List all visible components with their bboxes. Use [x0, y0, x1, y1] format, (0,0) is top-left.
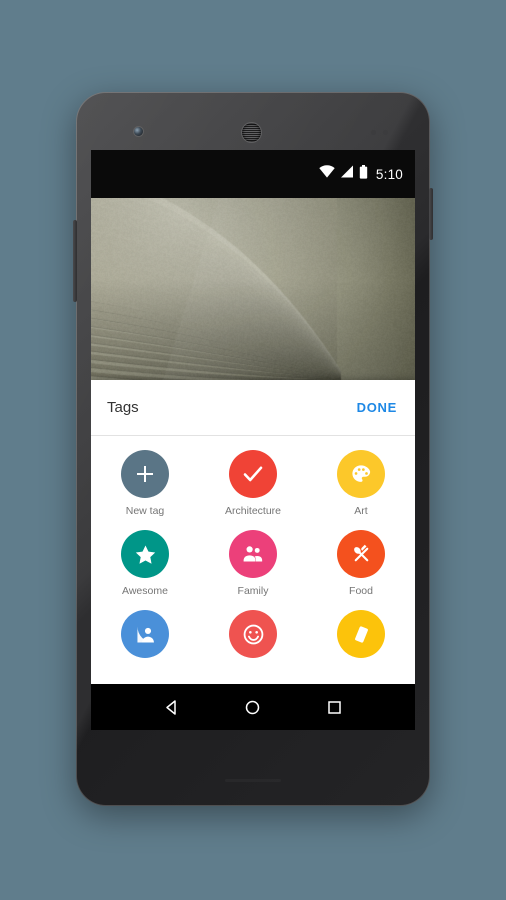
tag-food-circle[interactable] [337, 530, 385, 578]
tag-art[interactable]: Art [307, 450, 415, 517]
light-sensor-icon [383, 130, 388, 135]
tag-awesome-circle[interactable] [121, 530, 169, 578]
nav-home-button[interactable] [240, 695, 265, 720]
tag-family-circle[interactable] [229, 530, 277, 578]
tag-family[interactable]: Family [199, 530, 307, 597]
tag-portrait[interactable] [91, 610, 199, 658]
tag-awesome-label: Awesome [122, 585, 168, 597]
smiley-icon [242, 623, 265, 646]
tag-new-tag-label: New tag [126, 505, 165, 517]
nav-recents-button[interactable] [322, 695, 347, 720]
tag-smiley[interactable] [199, 610, 307, 658]
plus-icon [134, 463, 156, 485]
check-icon [241, 462, 265, 486]
tag-smiley-circle[interactable] [229, 610, 277, 658]
sheet-header: Tags DONE [91, 380, 415, 436]
recents-square-icon [326, 704, 343, 719]
navigation-bar [91, 684, 415, 730]
volume-button[interactable] [73, 220, 77, 302]
tag-new-tag[interactable]: New tag [91, 450, 199, 517]
phone-device: 5:10 Tags DONE New tag Architecture Art Aw… [76, 92, 430, 806]
front-camera-icon [134, 127, 143, 136]
back-triangle-icon [163, 704, 180, 719]
tag-food[interactable]: Food [307, 530, 415, 597]
book-icon [350, 623, 373, 646]
tag-book[interactable] [307, 610, 415, 658]
tag-book-circle[interactable] [337, 610, 385, 658]
tag-architecture-label: Architecture [225, 505, 281, 517]
tag-new-tag-circle[interactable] [121, 450, 169, 498]
architecture-photo [91, 198, 415, 380]
people-icon [241, 542, 265, 566]
tag-portrait-circle[interactable] [121, 610, 169, 658]
status-time: 5:10 [376, 167, 403, 182]
bottom-speaker-line [225, 779, 281, 782]
palette-icon [350, 463, 372, 485]
earpiece-speaker-icon [242, 123, 261, 142]
tag-food-label: Food [349, 585, 373, 597]
tag-art-label: Art [354, 505, 367, 517]
battery-icon [359, 165, 368, 184]
photo-area [91, 198, 415, 380]
power-button[interactable] [429, 188, 433, 240]
home-circle-icon [244, 704, 261, 719]
tag-family-label: Family [238, 585, 269, 597]
portrait-icon [134, 623, 157, 646]
tags-bottom-sheet: Tags DONE New tag Architecture Art Awesome… [91, 380, 415, 684]
proximity-sensor-icon [371, 130, 376, 135]
wifi-icon [319, 165, 335, 183]
tag-awesome[interactable]: Awesome [91, 530, 199, 597]
cutlery-icon [350, 543, 373, 566]
status-bar: 5:10 [91, 150, 415, 198]
phone-screen: 5:10 Tags DONE New tag Architecture Art Aw… [91, 150, 415, 730]
tag-architecture[interactable]: Architecture [199, 450, 307, 517]
cellular-signal-icon [340, 165, 354, 183]
tag-architecture-circle[interactable] [229, 450, 277, 498]
done-button[interactable]: DONE [355, 394, 399, 421]
star-icon [134, 543, 157, 566]
tag-grid: New tag Architecture Art Awesome Family [91, 436, 415, 658]
page-title: Tags [107, 399, 139, 416]
tag-art-circle[interactable] [337, 450, 385, 498]
nav-back-button[interactable] [159, 695, 184, 720]
